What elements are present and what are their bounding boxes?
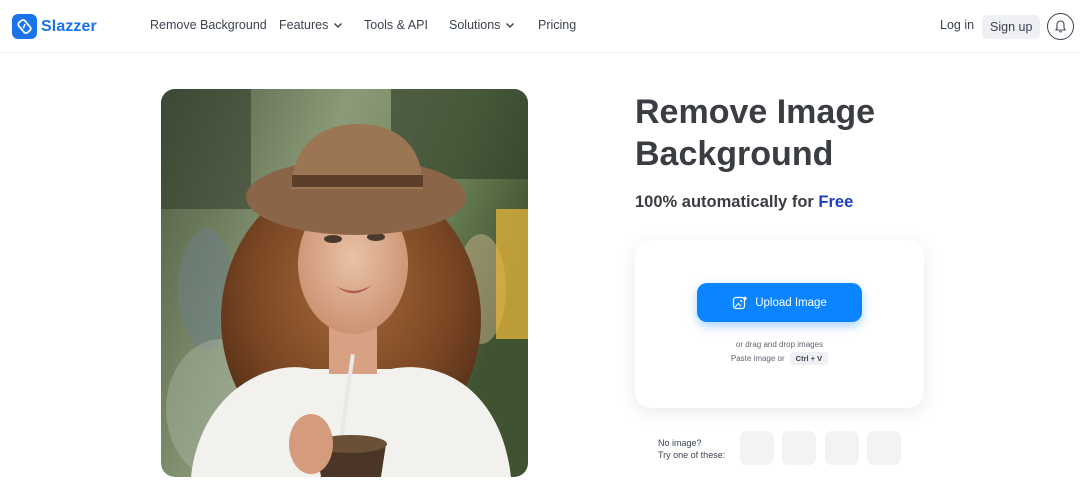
sample-image-thumbnail[interactable]	[825, 431, 859, 465]
bell-icon	[1055, 20, 1066, 33]
sample-image-thumbnail[interactable]	[867, 431, 901, 465]
paste-hint-text: Paste image or	[730, 354, 785, 363]
nav-pricing-label: Pricing	[538, 18, 577, 32]
upload-image-button[interactable]: Upload Image	[697, 283, 862, 322]
notification-bell-button[interactable]	[1047, 13, 1074, 40]
nav-features-label: Features	[279, 18, 329, 32]
brand-name: Slazzer	[41, 17, 97, 35]
brand-logo[interactable]: Slazzer	[12, 14, 97, 39]
nav-solutions-label: Solutions	[449, 18, 501, 32]
nav-pricing[interactable]: Pricing	[538, 18, 576, 32]
chevron-down-icon	[334, 23, 343, 28]
drag-drop-hint: or drag and drop images	[735, 340, 824, 349]
hero-subtitle: 100% automatically for Free	[635, 193, 853, 212]
sample-image-thumbnail[interactable]	[740, 431, 774, 465]
sample-images-prompt: No image? Try one of these:	[658, 437, 725, 461]
top-navigation-bar: Slazzer Remove Background Features Tools…	[0, 0, 1080, 53]
nav-solutions[interactable]: Solutions	[449, 18, 515, 32]
hero-title: Remove Image Background	[635, 93, 875, 173]
login-link[interactable]: Log in	[940, 18, 974, 32]
nav-remove-background-label: Remove Background	[150, 18, 267, 32]
slazzer-logo-icon	[12, 14, 37, 39]
signup-button[interactable]: Sign up	[982, 15, 1041, 39]
hero-subtitle-text: 100% automatically for	[635, 193, 814, 211]
nav-remove-background[interactable]: Remove Background	[150, 18, 267, 32]
nav-tools-api-label: Tools & API	[364, 18, 428, 32]
nav-tools-api[interactable]: Tools & API	[364, 18, 428, 32]
chevron-down-icon	[506, 23, 515, 28]
hero-subtitle-free: Free	[818, 193, 854, 211]
image-add-icon	[733, 296, 748, 309]
hero-sample-photo	[161, 89, 528, 477]
sample-prompt-line2: Try one of these:	[658, 450, 726, 460]
upload-image-label: Upload Image	[755, 296, 827, 309]
paste-hint: Paste image or Ctrl + V	[635, 352, 924, 365]
paste-shortcut-key: Ctrl + V	[789, 352, 829, 365]
sample-prompt-line1: No image?	[658, 438, 702, 448]
upload-card: Upload Image or drag and drop images Pas…	[635, 240, 924, 408]
nav-features[interactable]: Features	[279, 18, 343, 32]
sample-image-thumbnail[interactable]	[782, 431, 816, 465]
